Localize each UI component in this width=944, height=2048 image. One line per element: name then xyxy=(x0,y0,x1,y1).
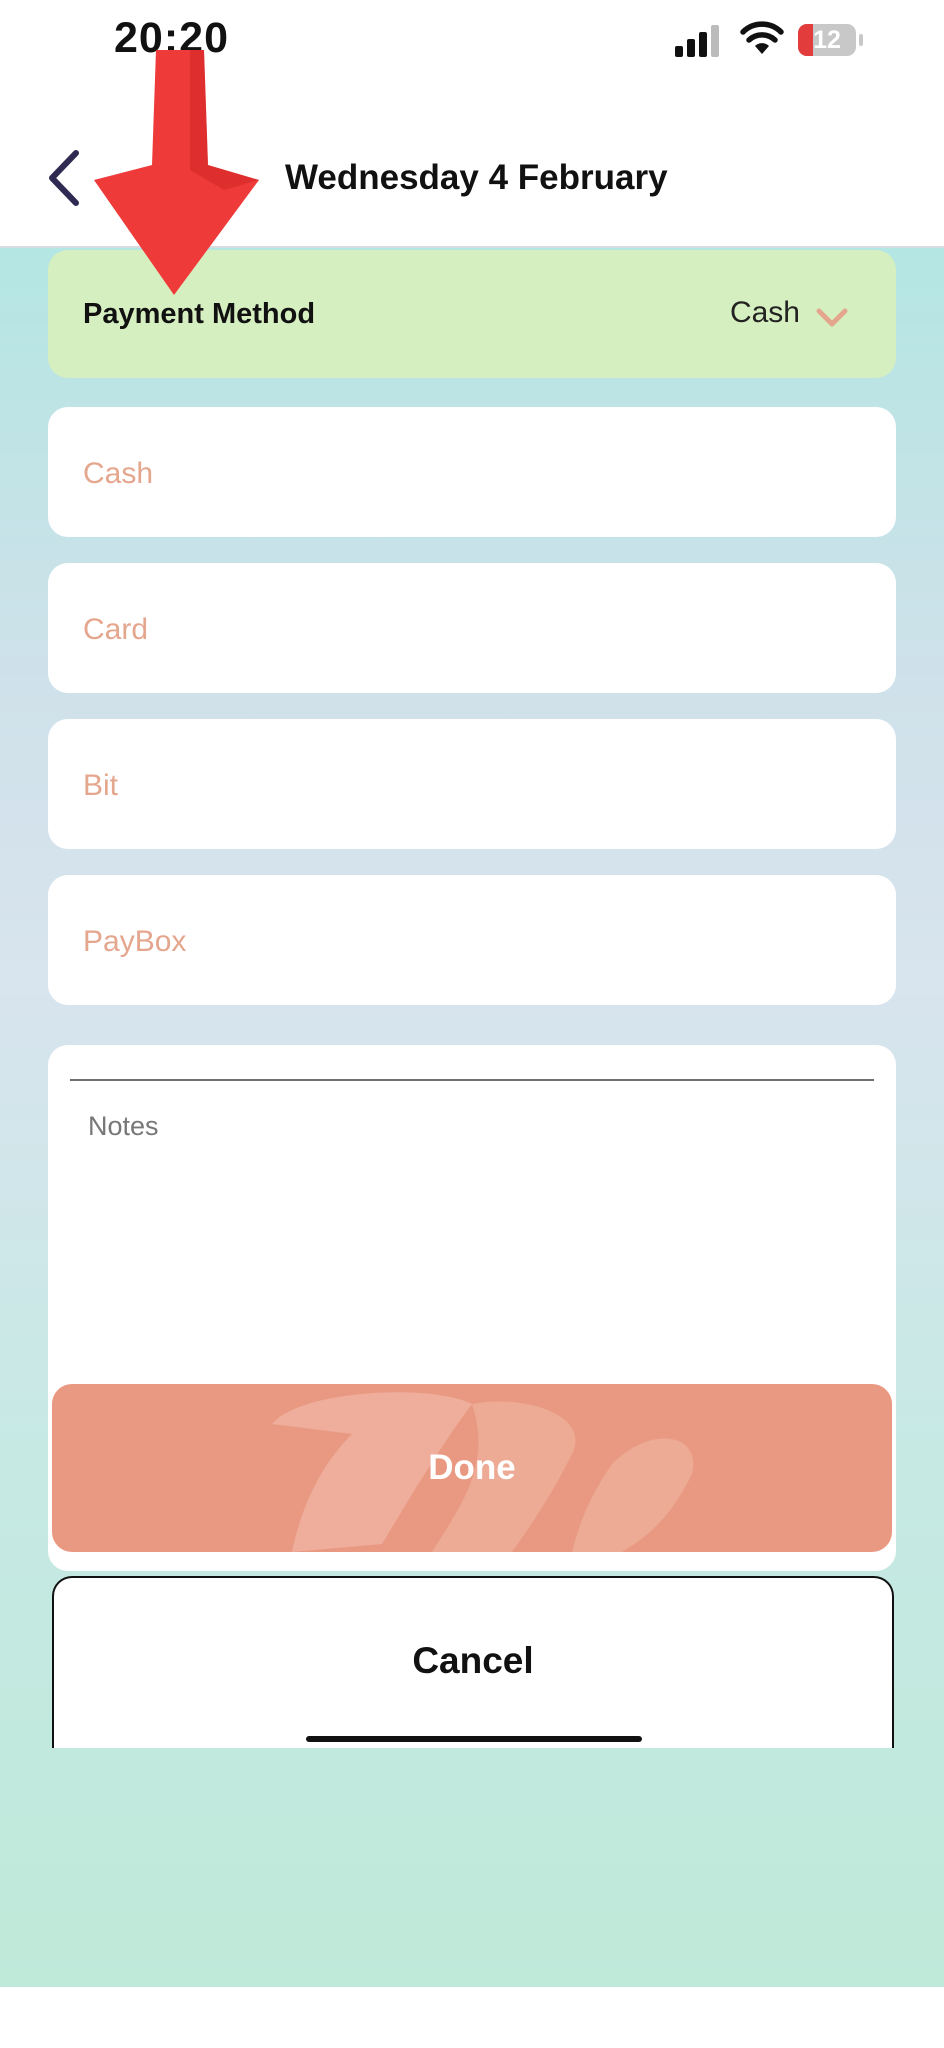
card-field-placeholder: Card xyxy=(83,613,149,646)
home-indicator xyxy=(306,1736,642,1742)
notes-divider xyxy=(70,1079,874,1081)
done-button[interactable]: Done xyxy=(52,1384,892,1552)
header: Wednesday 4 February xyxy=(0,84,944,248)
page-title: Wednesday 4 February xyxy=(285,158,668,197)
paybox-field-placeholder: PayBox xyxy=(83,925,187,958)
bottom-blank xyxy=(0,1987,944,2048)
cancel-button-label: Cancel xyxy=(412,1640,534,1681)
chevron-left-icon[interactable] xyxy=(44,148,84,208)
cancel-button[interactable]: Cancel xyxy=(52,1576,894,1748)
signal-icon xyxy=(675,25,719,57)
bit-field-placeholder: Bit xyxy=(83,769,119,802)
payment-method-value: Cash xyxy=(729,296,800,329)
notes-placeholder: Notes xyxy=(88,1111,159,1141)
wifi-icon xyxy=(740,21,784,54)
cash-amount-field[interactable]: Cash xyxy=(48,407,896,537)
done-button-label: Done xyxy=(428,1448,516,1487)
status-time: 20:20 xyxy=(114,14,229,62)
battery-level: 12 xyxy=(813,26,841,54)
bit-amount-field[interactable]: Bit xyxy=(48,719,896,849)
battery-icon: 12 xyxy=(797,22,865,58)
card-amount-field[interactable]: Card xyxy=(48,563,896,693)
payment-method-label: Payment Method xyxy=(83,298,316,330)
cash-field-placeholder: Cash xyxy=(83,457,154,490)
chevron-down-icon xyxy=(816,308,848,327)
payment-method-selector[interactable]: Payment Method Cash xyxy=(48,250,896,378)
paybox-amount-field[interactable]: PayBox xyxy=(48,875,896,1005)
status-bar: 20:20 12 xyxy=(0,0,944,84)
